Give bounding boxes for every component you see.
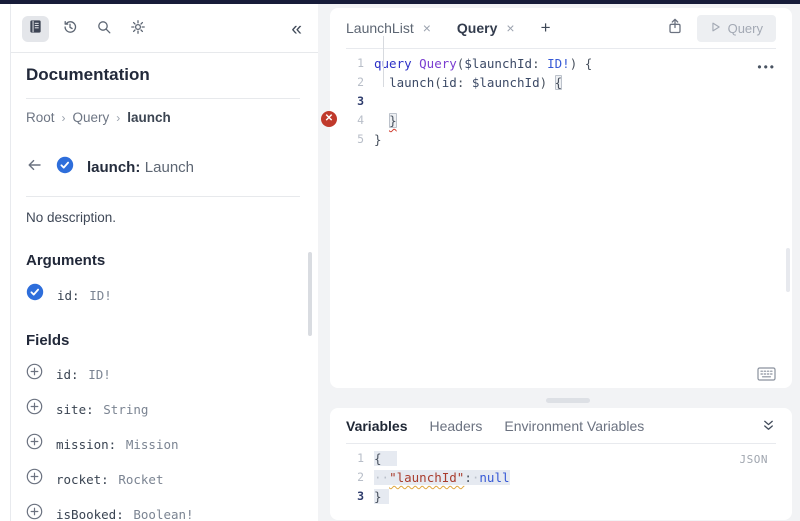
field-row[interactable]: isBooked: Boolean! [11,489,318,521]
fields-list: id: ID! site: String mission: Mission ro… [11,349,318,521]
variables-card: Variables Headers Environment Variables … [330,408,792,520]
new-tab-button[interactable]: + [541,18,551,38]
field-name: rocket: [56,472,109,487]
editor-mode-label: JSON [739,453,768,466]
search-icon [96,19,112,40]
field-description: No description. [26,210,117,225]
field-type[interactable]: Mission [126,437,179,452]
selected-field-header: launch: Launch [11,137,318,196]
graphql-ide: « Documentation Root › Query › launch la… [0,0,800,521]
plus-circle-icon[interactable] [26,433,43,454]
collapse-sidebar-button[interactable]: « [291,20,302,39]
breadcrumb-root[interactable]: Root [26,110,55,125]
breadcrumb: Root › Query › launch [11,99,318,137]
plus-circle-icon[interactable] [26,503,43,521]
field-type[interactable]: ID! [88,367,111,382]
indent-guide [383,36,384,87]
variables-tabbar: Variables Headers Environment Variables [330,408,792,443]
search-tab-button[interactable] [90,16,117,42]
history-icon [62,19,78,40]
field-type[interactable]: Launch [145,159,194,176]
documentation-icon [28,19,43,39]
fields-heading: Fields [26,332,70,349]
documentation-sidebar: « Documentation Root › Query › launch la… [10,4,318,521]
run-query-button[interactable]: Query [696,14,776,42]
close-tab-icon[interactable]: × [506,20,514,36]
field-row[interactable]: mission: Mission [11,419,318,454]
field-name: isBooked: [56,507,124,521]
tab-variables[interactable]: Variables [346,418,408,434]
editor-scrollbar[interactable] [786,248,790,292]
field-type[interactable]: String [103,402,148,417]
operation-tabbar: LaunchList × Query × + Query [330,8,792,48]
tab-headers[interactable]: Headers [430,418,483,434]
argument-type[interactable]: ID! [89,288,112,303]
check-circle-icon[interactable] [56,156,74,179]
share-icon [667,18,683,39]
documentation-tab-button[interactable] [22,16,49,42]
close-tab-icon[interactable]: × [423,20,431,36]
query-editor[interactable]: 1 query Query($launchId: ID!) {2 launch(i… [330,49,792,149]
field-row[interactable]: site: String [11,384,318,419]
field-name: site: [56,402,94,417]
check-circle-icon[interactable] [26,283,44,305]
plus-circle-icon[interactable] [26,363,43,384]
arguments-list: id: ID! [11,269,318,305]
history-tab-button[interactable] [56,16,83,42]
breadcrumb-query[interactable]: Query [73,110,110,125]
editor-menu-dots[interactable]: ••• [757,60,776,74]
share-button[interactable] [667,18,683,39]
operations-panel: LaunchList × Query × + Query 1 query Que… [318,4,800,521]
play-icon [710,21,721,36]
tab-label: LaunchList [346,20,414,36]
field-type[interactable]: Rocket [118,472,163,487]
field-type[interactable]: Boolean! [133,507,193,521]
tab-environment-variables[interactable]: Environment Variables [504,418,644,434]
settings-tab-button[interactable] [124,16,151,42]
keyboard-shortcuts-icon[interactable] [757,367,776,381]
arguments-heading: Arguments [26,252,106,269]
argument-name: id: [57,287,80,303]
plus-circle-icon[interactable] [26,398,43,419]
tab-launchlist[interactable]: LaunchList × [346,20,431,36]
tab-query[interactable]: Query × [457,20,515,36]
field-name: mission: [56,437,117,452]
syntax-error-icon: ✕ [321,111,337,127]
sidebar-toolbar: « [11,4,318,52]
gear-icon [130,19,146,40]
panel-resize-handle[interactable] [546,398,590,403]
plus-circle-icon[interactable] [26,468,43,489]
breadcrumb-separator: › [116,110,121,125]
back-arrow-icon[interactable] [26,157,43,178]
argument-row[interactable]: id: ID! [11,269,318,305]
breadcrumb-current: launch [127,110,171,125]
breadcrumb-separator: › [61,110,66,125]
editor-card: LaunchList × Query × + Query 1 query Que… [321,8,792,388]
field-name: id: [56,367,79,382]
run-button-label: Query [727,20,763,36]
sidebar-title: Documentation [26,65,150,84]
variables-editor[interactable]: 1{ 2 ··"launchId":·null 3} [330,444,792,506]
collapse-panel-button[interactable] [761,418,776,433]
tab-label: Query [456,20,498,36]
window-top-strip [0,0,800,4]
sidebar-scrollbar[interactable] [308,252,312,336]
field-row[interactable]: id: ID! [11,349,318,384]
field-name: launch: [87,158,141,176]
field-row[interactable]: rocket: Rocket [11,454,318,489]
